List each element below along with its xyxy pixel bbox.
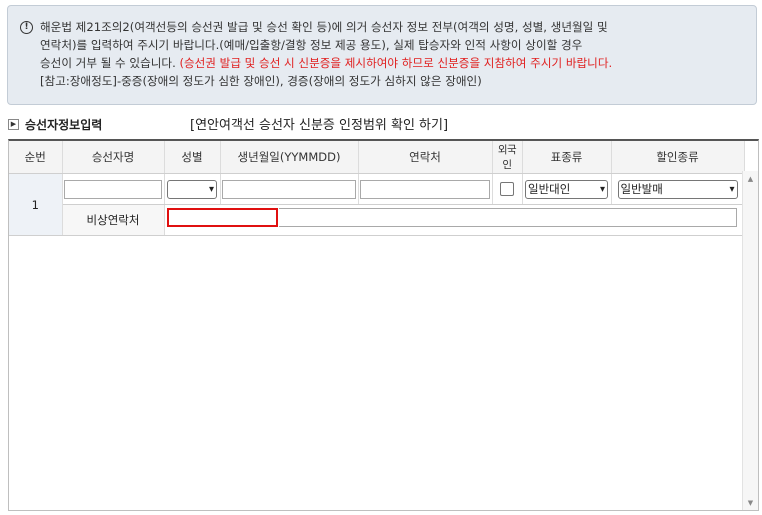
scroll-down-icon[interactable]: ▼: [743, 497, 758, 509]
id-warning-text: (승선권 발급 및 승선 시 신분증을 제시하여야 하므로 신분증을 지참하여 …: [179, 56, 613, 70]
col-foreigner: 외국인: [492, 141, 523, 174]
table-header-row: 순번 승선자명 성별 생년월일(YYMMDD) 연락처 외국인 표종류 할인종류: [9, 141, 745, 174]
ticket-type-select[interactable]: 일반대인 ▾: [525, 179, 608, 199]
col-name: 승선자명: [62, 141, 165, 174]
exclamation-icon: !: [20, 21, 33, 34]
col-birth: 생년월일(YYMMDD): [220, 141, 359, 174]
passenger-grid: 순번 승선자명 성별 생년월일(YYMMDD) 연락처 외국인 표종류 할인종류…: [8, 139, 759, 511]
emergency-contact-input-extension: [279, 208, 737, 227]
discount-type-select[interactable]: 일반발매 ▾: [617, 179, 738, 199]
chevron-down-icon: ▾: [599, 183, 605, 195]
emergency-contact-label: 비상연락처: [62, 204, 165, 236]
notice-line-2: 연락처)를 입력하여 주시기 바랍니다.(예매/입출항/결항 정보 제공 용도)…: [40, 38, 583, 52]
vertical-scrollbar[interactable]: ▲ ▼: [742, 171, 758, 510]
notice-box: ! 해운법 제21조의2(여객선등의 승선권 발급 및 승선 확인 등)에 의거…: [7, 5, 757, 105]
contact-input[interactable]: [360, 179, 490, 199]
row-number: 1: [9, 173, 63, 236]
gender-select[interactable]: ▾: [167, 179, 217, 199]
chevron-down-icon: ▾: [208, 183, 214, 195]
foreigner-checkbox[interactable]: [500, 182, 514, 196]
notice-line-1: 해운법 제21조의2(여객선등의 승선권 발급 및 승선 확인 등)에 의거 승…: [40, 20, 608, 34]
col-seq: 순번: [9, 141, 63, 174]
chevron-down-icon: ▾: [729, 183, 735, 195]
section-title: 승선자정보입력: [25, 117, 103, 132]
col-ticket-type: 표종류: [522, 141, 612, 174]
col-discount-type: 할인종류: [611, 141, 745, 174]
col-contact: 연락처: [358, 141, 493, 174]
scroll-up-icon[interactable]: ▲: [743, 173, 758, 185]
notice-line-4: [참고:장애정도]-중증(장애의 정도가 심한 장애인), 경증(장애의 정도가…: [40, 74, 482, 88]
chevron-right-icon: ▶: [8, 118, 19, 130]
emergency-contact-input[interactable]: [167, 208, 278, 227]
id-range-link[interactable]: [연안여객선 승선자 신분증 인정범위 확인 하기]: [190, 114, 448, 133]
birthdate-input[interactable]: [222, 179, 356, 199]
table-row: 1 ▾ 일반대인 ▾ 일반발매 ▾: [9, 173, 745, 236]
section-header: ▶ 승선자정보입력 [연안여객선 승선자 신분증 인정범위 확인 하기]: [8, 114, 448, 134]
passenger-name-input[interactable]: [64, 179, 162, 199]
notice-line-3: 승선이 거부 될 수 있습니다. (승선권 발급 및 승선 시 신분증을 제시하…: [40, 56, 613, 70]
col-gender: 성별: [164, 141, 221, 174]
